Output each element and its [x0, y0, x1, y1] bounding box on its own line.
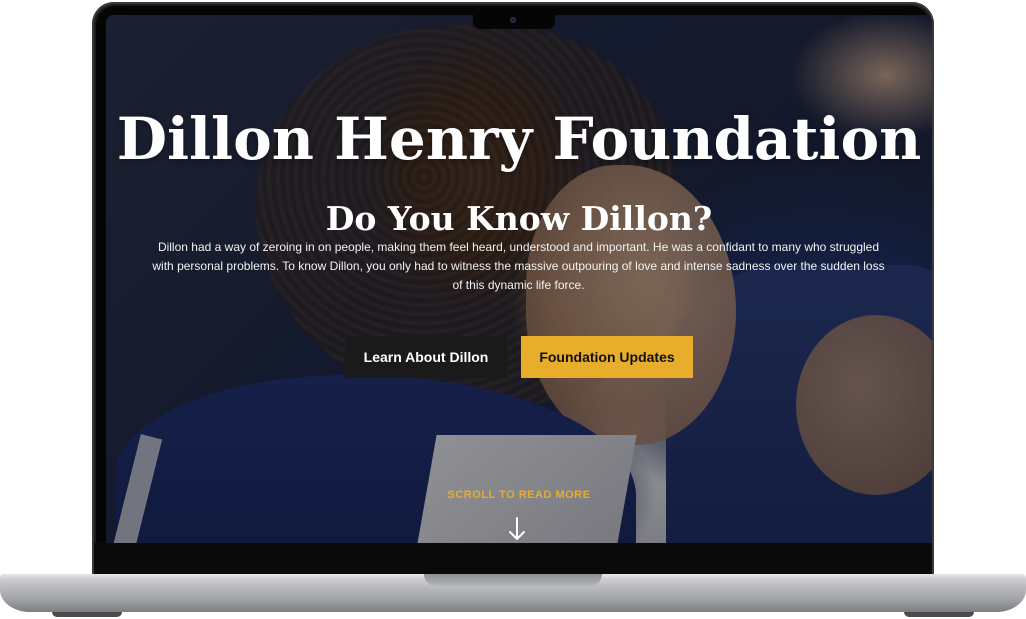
laptop-foot-left: [52, 612, 122, 617]
intro-paragraph: Dillon had a way of zeroing in on people…: [152, 240, 885, 292]
cta-button-row: Learn About Dillon Foundation Updates: [106, 336, 932, 378]
laptop-screen: Dillon Henry Foundation Do You Know Dill…: [106, 15, 932, 543]
laptop-mockup: Dillon Henry Foundation Do You Know Dill…: [0, 0, 1026, 619]
camera-icon: [510, 17, 516, 23]
learn-about-dillon-button[interactable]: Learn About Dillon: [345, 336, 507, 378]
foundation-title: Dillon Henry Foundation: [116, 105, 922, 173]
laptop-base: [0, 574, 1026, 612]
hero-section: Dillon Henry Foundation Do You Know Dill…: [106, 15, 932, 543]
foundation-updates-button[interactable]: Foundation Updates: [521, 336, 693, 378]
laptop-opening-groove: [424, 574, 602, 586]
screen-bottom-bezel: [94, 543, 932, 576]
camera-notch: [473, 13, 555, 29]
scroll-to-read-more-link[interactable]: SCROLL TO READ MORE: [106, 489, 932, 501]
laptop-foot-right: [904, 612, 974, 617]
section-heading: Do You Know Dillon?: [325, 199, 713, 238]
arrow-down-icon[interactable]: [508, 517, 526, 541]
